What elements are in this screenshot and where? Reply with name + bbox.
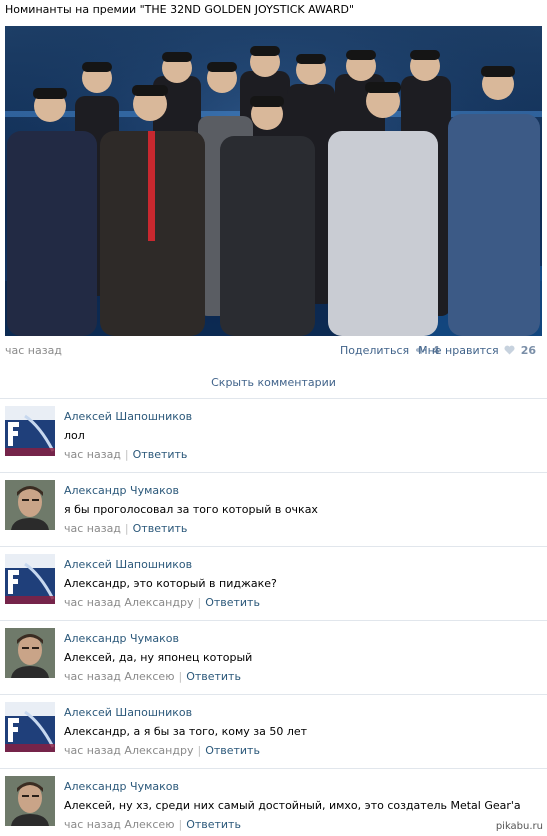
separator: | xyxy=(197,744,202,757)
avatar-alexander[interactable] xyxy=(5,628,55,678)
reply-link[interactable]: Ответить xyxy=(133,522,188,535)
comment-time[interactable]: час назад xyxy=(64,522,121,535)
comment-author[interactable]: Алексей Шапошников xyxy=(64,706,192,719)
comment-item: Александр Чумаков я бы проголосовал за то… xyxy=(0,472,547,546)
reply-link[interactable]: Ответить xyxy=(186,818,241,831)
comment-footer: час назад Александру | Ответить xyxy=(64,596,260,609)
comment-time[interactable]: час назад xyxy=(64,448,121,461)
comment-author[interactable]: Александр Чумаков xyxy=(64,632,179,645)
comment-footer: час назад Алексею | Ответить xyxy=(64,670,241,683)
separator: | xyxy=(178,670,183,683)
avatar-alexey[interactable] xyxy=(5,554,55,604)
comment-footer: час назад | Ответить xyxy=(64,448,187,461)
post-photo[interactable] xyxy=(5,26,542,336)
separator: | xyxy=(178,818,183,831)
post-meta: час назад Поделиться 4 Мне нравится 26 xyxy=(5,344,542,360)
post-time[interactable]: час назад xyxy=(5,344,62,357)
comment-footer: час назад Александру | Ответить xyxy=(64,744,260,757)
comment-footer: час назад Алексею | Ответить xyxy=(64,818,241,831)
comment-text: Александр, это который в пиджаке? xyxy=(64,577,277,590)
comment-text: Алексей, да, ну японец который xyxy=(64,651,253,664)
comment-author[interactable]: Алексей Шапошников xyxy=(64,410,192,423)
separator: | xyxy=(124,522,129,535)
avatar-alexander[interactable] xyxy=(5,776,55,826)
reply-link[interactable]: Ответить xyxy=(186,670,241,683)
comment-item: Алексей Шапошников Александр, это который… xyxy=(0,546,547,620)
like-label: Мне нравится xyxy=(418,344,499,357)
avatar-alexey[interactable] xyxy=(5,406,55,456)
avatar-alexey[interactable] xyxy=(5,702,55,752)
comment-time[interactable]: час назад xyxy=(64,670,121,683)
hide-comments-link[interactable]: Скрыть комментарии xyxy=(0,376,547,389)
comment-time[interactable]: час назад xyxy=(64,744,121,757)
comment-item: Алексей Шапошников лол час назад | Ответить xyxy=(0,398,547,472)
comment-reply-to[interactable]: Александру xyxy=(124,596,193,609)
comment-item: Алексей Шапошников Александр, а я бы за т… xyxy=(0,694,547,768)
comment-text: Алексей, ну хз, среди них самый достойны… xyxy=(64,799,521,812)
comment-text: я бы проголосовал за того который в очка… xyxy=(64,503,318,516)
comment-reply-to[interactable]: Александру xyxy=(124,744,193,757)
watermark: pikabu.ru xyxy=(495,821,543,832)
comment-text: Александр, а я бы за того, кому за 50 ле… xyxy=(64,725,308,738)
separator: | xyxy=(124,448,129,461)
avatar-alexander[interactable] xyxy=(5,480,55,530)
comment-item: Александр Чумаков Алексей, ну хз, среди н… xyxy=(0,768,547,836)
reply-link[interactable]: Ответить xyxy=(205,744,260,757)
post-title: Номинанты на премии "THE 32ND GOLDEN JOY… xyxy=(5,3,355,16)
group-photo-image xyxy=(5,26,542,336)
comments-list: Алексей Шапошников лол час назад | Ответить … xyxy=(0,398,547,836)
comment-text: лол xyxy=(64,429,85,442)
share-label: Поделиться xyxy=(340,344,410,357)
heart-icon xyxy=(504,345,515,358)
comment-reply-to[interactable]: Алексею xyxy=(124,818,174,831)
comment-author[interactable]: Александр Чумаков xyxy=(64,780,179,793)
comment-reply-to[interactable]: Алексею xyxy=(124,670,174,683)
comment-author[interactable]: Алексей Шапошников xyxy=(64,558,192,571)
like-button[interactable]: Мне нравится 26 xyxy=(418,344,536,358)
reply-link[interactable]: Ответить xyxy=(133,448,188,461)
comment-author[interactable]: Александр Чумаков xyxy=(64,484,179,497)
comment-footer: час назад | Ответить xyxy=(64,522,187,535)
comment-time[interactable]: час назад xyxy=(64,596,121,609)
like-count: 26 xyxy=(520,344,536,357)
comment-item: Александр Чумаков Алексей, да, ну японец … xyxy=(0,620,547,694)
reply-link[interactable]: Ответить xyxy=(205,596,260,609)
separator: | xyxy=(197,596,202,609)
comment-time[interactable]: час назад xyxy=(64,818,121,831)
